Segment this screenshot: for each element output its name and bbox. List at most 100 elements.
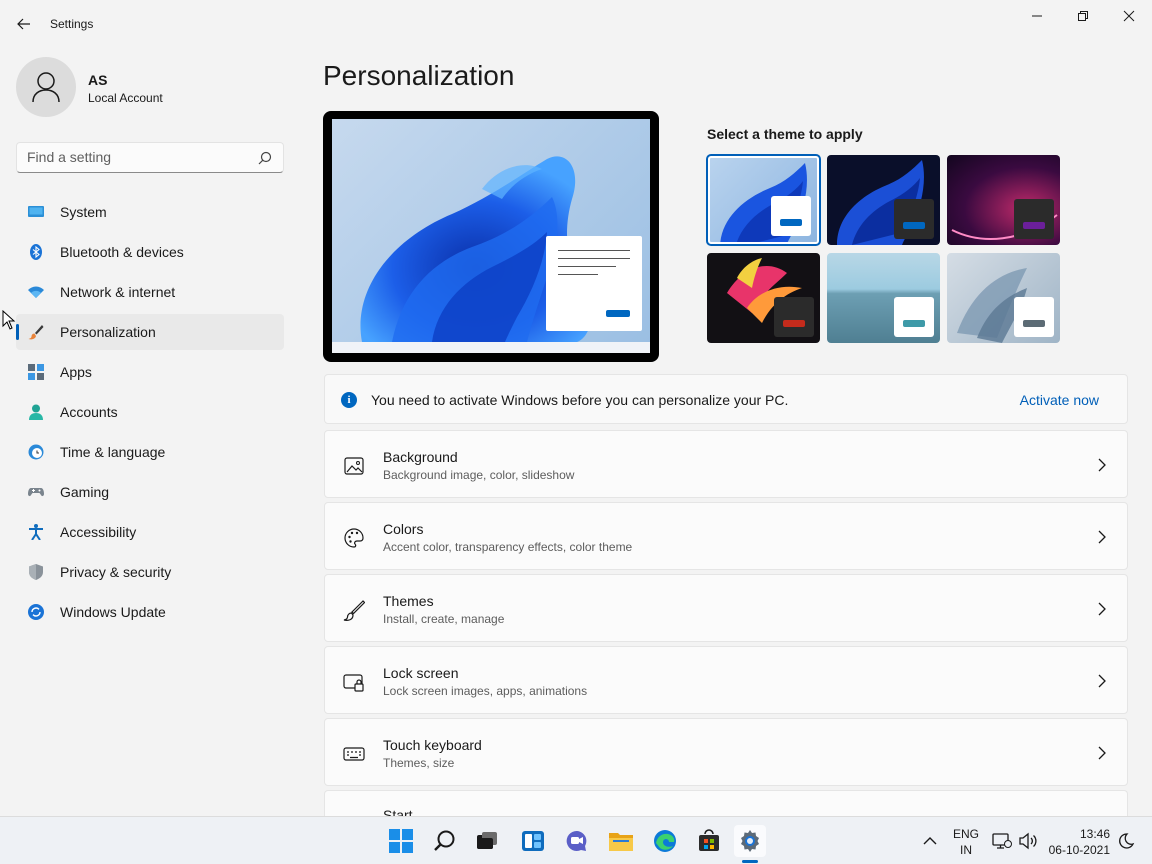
mouse-cursor [2,309,16,335]
start-icon[interactable] [385,825,417,857]
accounts-icon [28,404,44,420]
sidebar-item-label: Bluetooth & devices [60,244,184,260]
card-subtitle: Accent color, transparency effects, colo… [383,540,633,554]
preview-taskbar [332,342,650,353]
search-icon[interactable] [258,151,272,170]
title-bar: Settings [0,0,1152,48]
chevron-up-icon[interactable] [914,825,946,857]
preview-window [546,236,642,331]
info-icon: i [341,392,357,408]
minimize-button[interactable] [1014,0,1060,32]
quiet-hours-icon[interactable] [1114,825,1138,857]
shield-icon [28,564,44,580]
sidebar-item-label: Privacy & security [60,564,172,580]
chevron-right-icon [1097,530,1107,544]
card-lock-screen[interactable]: Lock screen Lock screen images, apps, an… [324,646,1128,714]
theme-captured-motion[interactable] [707,253,820,343]
clock-globe-icon [28,444,44,460]
search-icon[interactable] [429,825,461,857]
restore-icon [1078,11,1088,21]
preview-wallpaper [332,119,650,342]
card-subtitle: Install, create, manage [383,612,505,626]
app-title: Settings [50,17,94,31]
theme-windows-light[interactable] [706,154,821,246]
back-arrow-icon [17,18,30,30]
edge-icon[interactable] [649,825,681,857]
file-explorer-icon[interactable] [605,825,637,857]
sidebar-item-system[interactable]: System [16,194,284,230]
gamepad-icon [28,484,44,500]
chevron-right-icon [1097,602,1107,616]
taskbar: ENG IN 13:46 06-10-2021 [0,816,1152,864]
network-status-icon[interactable] [990,825,1014,857]
image-icon [343,455,365,477]
store-icon[interactable] [693,825,725,857]
clock[interactable]: 13:46 06-10-2021 [1046,826,1110,858]
card-subtitle: Lock screen images, apps, animations [383,684,588,698]
sidebar-item-apps[interactable]: Apps [16,354,284,390]
sidebar-item-bluetooth[interactable]: Bluetooth & devices [16,234,284,270]
avatar[interactable] [16,57,76,117]
lang-region: IN [960,843,972,857]
close-button[interactable] [1106,0,1152,32]
card-touch-keyboard[interactable]: Touch keyboard Themes, size [324,718,1128,786]
sidebar-item-label: Gaming [60,484,110,500]
sidebar-item-label: Time & language [60,444,166,460]
sidebar-item-windows-update[interactable]: Windows Update [16,594,284,630]
theme-glow[interactable] [947,155,1060,245]
active-app-indicator [742,860,758,863]
page-title: Personalization [323,60,515,91]
card-title: Start [383,807,413,816]
lock-screen-icon [343,671,365,693]
sidebar-item-network[interactable]: Network & internet [16,274,284,310]
search-input[interactable] [27,149,247,165]
widgets-icon[interactable] [517,825,549,857]
brush-icon [28,324,44,340]
sidebar-nav: System Bluetooth & devices Network & int… [16,194,284,634]
back-button[interactable] [14,14,34,34]
card-colors[interactable]: Colors Accent color, transparency effect… [324,502,1128,570]
sidebar-item-accessibility[interactable]: Accessibility [16,514,284,550]
card-title: Themes [383,593,434,609]
sidebar-item-personalization[interactable]: Personalization [16,314,284,350]
card-title: Colors [383,521,424,537]
card-subtitle: Themes, size [383,756,455,770]
sidebar-item-label: Windows Update [60,604,166,620]
card-themes[interactable]: Themes Install, create, manage [324,574,1128,642]
close-icon [1123,10,1135,22]
sidebar-item-time-language[interactable]: Time & language [16,434,284,470]
activate-now-link[interactable]: Activate now [1020,392,1099,408]
profile-account-type: Local Account [88,91,163,105]
volume-icon[interactable] [1016,825,1040,857]
chevron-right-icon [1097,674,1107,688]
chevron-right-icon [1097,458,1107,472]
settings-icon[interactable] [734,825,766,857]
theme-windows-dark[interactable] [827,155,940,245]
clock-date: 06-10-2021 [1048,843,1110,857]
system-icon [28,204,44,220]
card-start[interactable]: Start [324,790,1128,816]
minimize-icon [1032,15,1042,17]
card-title: Background [383,449,458,465]
sidebar-item-privacy[interactable]: Privacy & security [16,554,284,590]
sidebar-item-label: System [60,204,107,220]
accessibility-icon [28,524,44,541]
task-view-icon[interactable] [471,825,503,857]
restore-button[interactable] [1060,0,1106,32]
sidebar-item-gaming[interactable]: Gaming [16,474,284,510]
chat-icon[interactable] [561,825,593,857]
theme-sunrise[interactable] [827,253,940,343]
theme-flow[interactable] [947,253,1060,343]
sidebar-item-accounts[interactable]: Accounts [16,394,284,430]
input-language[interactable]: ENG IN [953,826,979,858]
chevron-right-icon [1097,746,1107,760]
brush-icon [343,599,366,621]
activation-message: You need to activate Windows before you … [371,392,789,408]
clock-time: 13:46 [1079,827,1110,841]
card-background[interactable]: Background Background image, color, slid… [324,430,1128,498]
keyboard-icon [343,743,365,765]
card-subtitle: Background image, color, slideshow [383,468,575,482]
search-box[interactable] [16,142,284,173]
settings-window: Settings AS Local Account System Bluetoo [0,0,1152,816]
update-icon [28,604,44,620]
